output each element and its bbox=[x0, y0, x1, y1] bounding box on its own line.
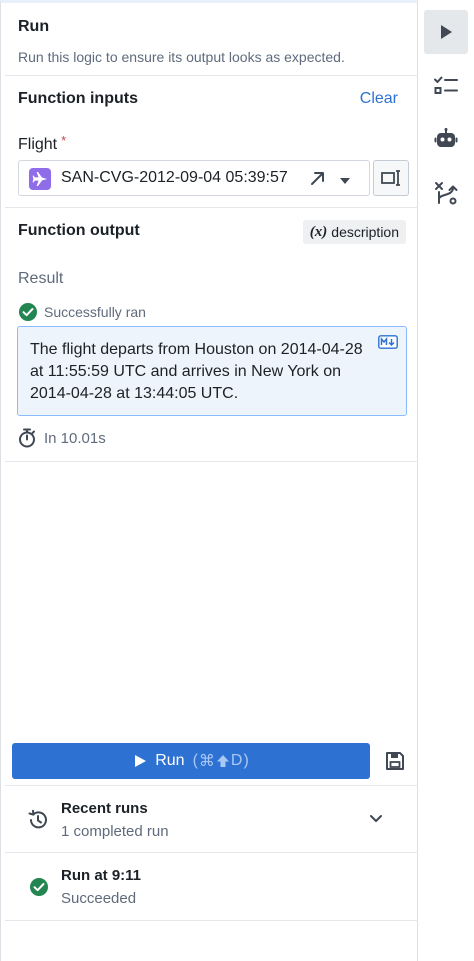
chevron-down-icon[interactable] bbox=[369, 814, 383, 824]
play-icon bbox=[441, 25, 452, 39]
open-object-icon[interactable] bbox=[309, 169, 327, 192]
panel-toggle-icon bbox=[381, 170, 400, 186]
output-text-box: The flight departs from Houston on 2014-… bbox=[17, 326, 407, 416]
play-icon bbox=[135, 755, 147, 767]
checklist-icon bbox=[434, 76, 458, 94]
required-marker: * bbox=[61, 133, 67, 148]
object-panel-button[interactable] bbox=[373, 160, 409, 196]
rail-compare-tab[interactable] bbox=[424, 171, 468, 215]
run-panel: Run Run this logic to ensure its output … bbox=[0, 0, 418, 961]
shortcut-key: D bbox=[230, 752, 243, 769]
success-check-icon bbox=[30, 878, 48, 896]
run-button-label: Run bbox=[155, 752, 185, 769]
robot-icon bbox=[434, 128, 458, 147]
markdown-icon bbox=[378, 335, 398, 349]
shortcut-close-paren: ) bbox=[243, 752, 249, 769]
run-duration-text: In 10.01s bbox=[44, 429, 106, 447]
recent-runs-header[interactable]: Recent runs 1 completed run bbox=[5, 785, 418, 853]
rail-run-tab[interactable] bbox=[424, 10, 468, 54]
flight-label-text: Flight bbox=[18, 136, 58, 153]
panel-subtitle: Run this logic to ensure its output look… bbox=[18, 49, 345, 65]
panel-title: Run bbox=[18, 18, 50, 35]
clear-inputs-button[interactable]: Clear bbox=[360, 90, 398, 108]
function-inputs-title: Function inputs bbox=[18, 90, 138, 107]
recent-runs-count: 1 completed run bbox=[61, 823, 169, 840]
function-output-title: Function output bbox=[18, 222, 140, 239]
side-rail bbox=[418, 0, 474, 961]
recent-runs-title: Recent runs bbox=[61, 800, 148, 817]
run-button[interactable]: Run ( ⌘ D ) bbox=[12, 743, 370, 779]
run-item-title: Run at 9:11 bbox=[61, 867, 142, 884]
run-status: Successfully ran bbox=[18, 302, 146, 322]
function-inputs-section: Function inputs Clear Flight * SAN-CVG-20… bbox=[5, 76, 418, 208]
command-key-icon: ⌘ bbox=[198, 753, 215, 770]
output-variable-tag: (x) description bbox=[302, 220, 406, 244]
result-label: Result bbox=[18, 270, 64, 287]
rail-checklist-tab[interactable] bbox=[424, 64, 468, 108]
flight-field-label: Flight * bbox=[18, 133, 66, 154]
run-history-item[interactable]: Run at 9:11 Succeeded bbox=[5, 853, 418, 921]
run-duration: In 10.01s bbox=[18, 428, 106, 448]
airplane-icon bbox=[29, 168, 51, 190]
variable-icon: (x) bbox=[309, 223, 328, 240]
save-button[interactable] bbox=[377, 743, 413, 779]
shortcut-open-paren: ( bbox=[192, 752, 198, 769]
stopwatch-icon bbox=[19, 428, 35, 448]
run-item-status: Succeeded bbox=[61, 890, 137, 907]
run-shortcut: ( ⌘ D ) bbox=[193, 751, 249, 771]
success-check-icon bbox=[19, 303, 37, 321]
shift-key-icon bbox=[216, 755, 229, 767]
output-text: The flight departs from Houston on 2014-… bbox=[30, 341, 363, 402]
flight-select[interactable]: SAN-CVG-2012-09-04 05:39:57 bbox=[18, 160, 370, 196]
floppy-disk-icon bbox=[386, 752, 404, 770]
caret-down-icon[interactable] bbox=[339, 173, 351, 191]
run-status-text: Successfully ran bbox=[44, 304, 146, 320]
branch-compare-icon bbox=[435, 182, 458, 205]
variable-name: description bbox=[331, 224, 399, 240]
function-output-section: Function output (x) description Result S… bbox=[5, 208, 418, 462]
rail-assistant-tab[interactable] bbox=[424, 117, 468, 161]
flight-value: SAN-CVG-2012-09-04 05:39:57 bbox=[61, 169, 288, 186]
history-icon bbox=[28, 809, 47, 829]
run-header: Run Run this logic to ensure its output … bbox=[5, 6, 418, 76]
